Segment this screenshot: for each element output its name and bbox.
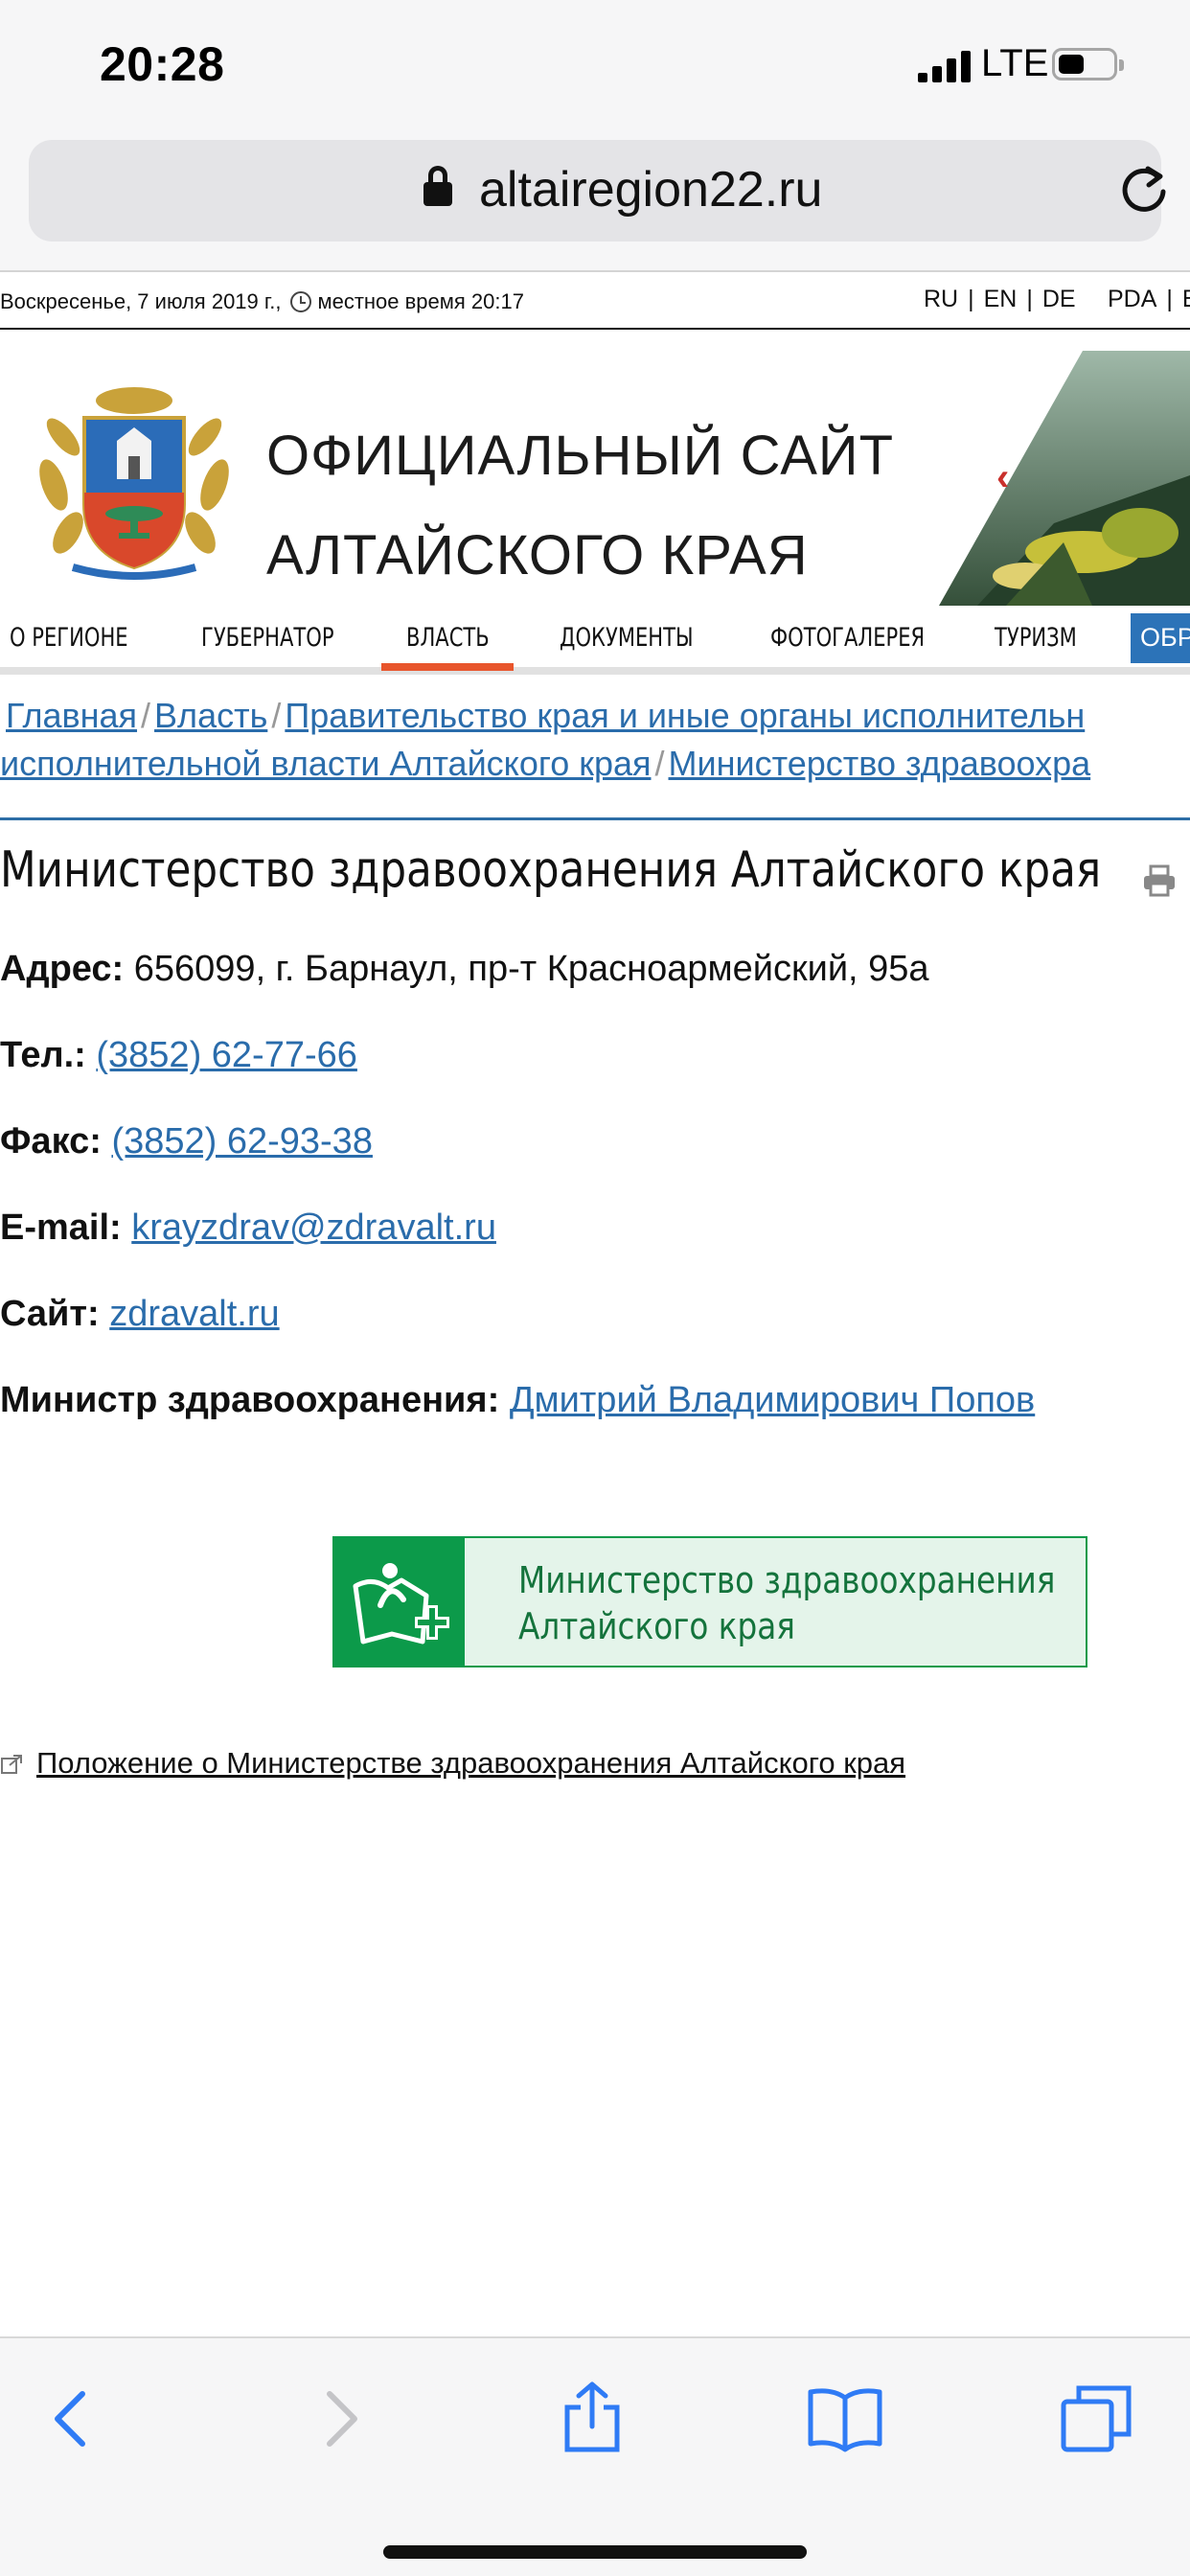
more-link[interactable]: В (1182, 286, 1190, 312)
share-icon[interactable] (554, 2380, 630, 2457)
email-link[interactable]: krayzdrav@zdravalt.ru (131, 1208, 496, 1248)
pda-links: PDA|В (1108, 286, 1190, 313)
minister-link[interactable]: Дмитрий Владимирович Попов (510, 1380, 1035, 1420)
lang-en[interactable]: EN (984, 286, 1018, 313)
external-link-icon (1, 1755, 22, 1774)
site-title-line1: ОФИЦИАЛЬНЫЙ САЙТ (266, 425, 895, 487)
battery-icon (1052, 48, 1124, 80)
header-banner-image (939, 351, 1190, 606)
nav-item-power[interactable]: ВЛАСТЬ (406, 623, 490, 653)
url-text[interactable]: altairegion22.ru (479, 161, 822, 218)
signal-icon (918, 50, 972, 82)
clock-icon (290, 291, 312, 312)
breadcrumb-executive[interactable]: исполнительной власти Алтайского края (0, 744, 652, 783)
back-icon[interactable] (34, 2380, 111, 2457)
nav-item-photo-gallery[interactable]: ФОТОГАЛЕРЕЯ (770, 623, 925, 653)
status-time: 20:28 (100, 37, 225, 91)
top-info-bar: Воскресенье, 7 июля 2019 г., местное врем… (0, 270, 1190, 330)
address-label: Адрес: (0, 949, 125, 989)
lang-ru[interactable]: RU (924, 286, 958, 313)
lang-de[interactable]: DE (1042, 286, 1076, 313)
breadcrumb-government[interactable]: Правительство края и иные органы исполни… (285, 696, 1085, 735)
ministry-banner-line2: Алтайского края (518, 1605, 795, 1647)
local-time: местное время 20:17 (317, 289, 524, 313)
browser-toolbar (0, 2336, 1190, 2576)
phone-row: Тел.: (3852) 62-77-66 (0, 1035, 357, 1076)
forward-icon[interactable] (301, 2380, 378, 2457)
breadcrumb-ministry[interactable]: Министерство здравоохра (669, 744, 1091, 783)
nav-item-governor[interactable]: ГУБЕРНАТОР (201, 623, 334, 653)
address-value: 656099, г. Барнаул, пр-т Красноармейский… (133, 949, 929, 989)
nav-item-education[interactable]: ОБРА (1131, 613, 1190, 663)
banner-prev-arrow[interactable]: ‹ (996, 456, 1009, 499)
minister-label: Министр здравоохранения: (0, 1380, 500, 1420)
main-nav: О РЕГИОНЕ ГУБЕРНАТОР ВЛАСТЬ ДОКУМЕНТЫ ФО… (0, 610, 1190, 675)
phone-link[interactable]: (3852) 62-77-66 (96, 1035, 357, 1075)
coat-of-arms-emblem[interactable] (34, 380, 234, 581)
ministry-banner-text: Министерство здравоохранения Алтайского … (518, 1557, 1055, 1649)
fax-link[interactable]: (3852) 62-93-38 (111, 1121, 373, 1162)
regulation-link[interactable]: Положение о Министерстве здравоохранения… (36, 1746, 905, 1780)
current-date: Воскресенье, 7 июля 2019 г., (0, 289, 282, 313)
ministry-banner-line1: Министерство здравоохранения (518, 1559, 1056, 1601)
site-row: Сайт: zdravalt.ru (0, 1294, 280, 1335)
email-label: E-mail: (0, 1208, 122, 1248)
regulation-link-row: Положение о Министерстве здравоохранения… (0, 1746, 905, 1781)
browser-top-chrome: 20:28 LTE altairegion22.ru (0, 0, 1190, 270)
fax-label: Факс: (0, 1121, 102, 1162)
language-switcher: RU | EN | DE (924, 286, 1076, 313)
date-line: Воскресенье, 7 июля 2019 г., местное врем… (0, 289, 524, 314)
phone-label: Тел.: (0, 1035, 86, 1075)
bookmarks-icon[interactable] (807, 2380, 883, 2457)
nav-active-indicator (381, 663, 514, 671)
site-title[interactable]: ОФИЦИАЛЬНЫЙ САЙТ АЛТАЙСКОГО КРАЯ (266, 425, 895, 631)
site-header: ОФИЦИАЛЬНЫЙ САЙТ АЛТАЙСКОГО КРАЯ ‹ (0, 332, 1190, 610)
site-label: Сайт: (0, 1294, 100, 1334)
pda-link[interactable]: PDA (1108, 286, 1156, 312)
reload-icon[interactable] (1117, 163, 1171, 217)
minister-row: Министр здравоохранения: Дмитрий Владими… (0, 1380, 1035, 1421)
nav-item-documents[interactable]: ДОКУМЕНТЫ (560, 623, 694, 653)
nav-item-tourism[interactable]: ТУРИЗМ (995, 623, 1077, 653)
breadcrumb-home[interactable]: Главная (6, 696, 137, 735)
address-bar[interactable]: altairegion22.ru (29, 140, 1166, 242)
ministry-logo-icon (334, 1538, 465, 1666)
breadcrumb-power[interactable]: Власть (154, 696, 267, 735)
email-row: E-mail: krayzdrav@zdravalt.ru (0, 1208, 496, 1249)
page-title: Министерство здравоохранения Алтайского … (0, 841, 1102, 899)
ministry-banner[interactable]: Министерство здравоохранения Алтайского … (332, 1536, 1087, 1668)
print-icon[interactable] (1142, 864, 1177, 897)
tabs-icon[interactable] (1058, 2380, 1134, 2457)
lock-icon (423, 166, 452, 206)
home-indicator (383, 2545, 807, 2559)
fax-row: Факс: (3852) 62-93-38 (0, 1121, 373, 1162)
site-link[interactable]: zdravalt.ru (109, 1294, 279, 1334)
address-row: Адрес: 656099, г. Барнаул, пр-т Красноар… (0, 949, 929, 990)
nav-item-region[interactable]: О РЕГИОНЕ (10, 623, 128, 653)
breadcrumb: Главная / Власть / Правительство края и иные… (0, 692, 1190, 820)
network-type: LTE (981, 42, 1049, 84)
